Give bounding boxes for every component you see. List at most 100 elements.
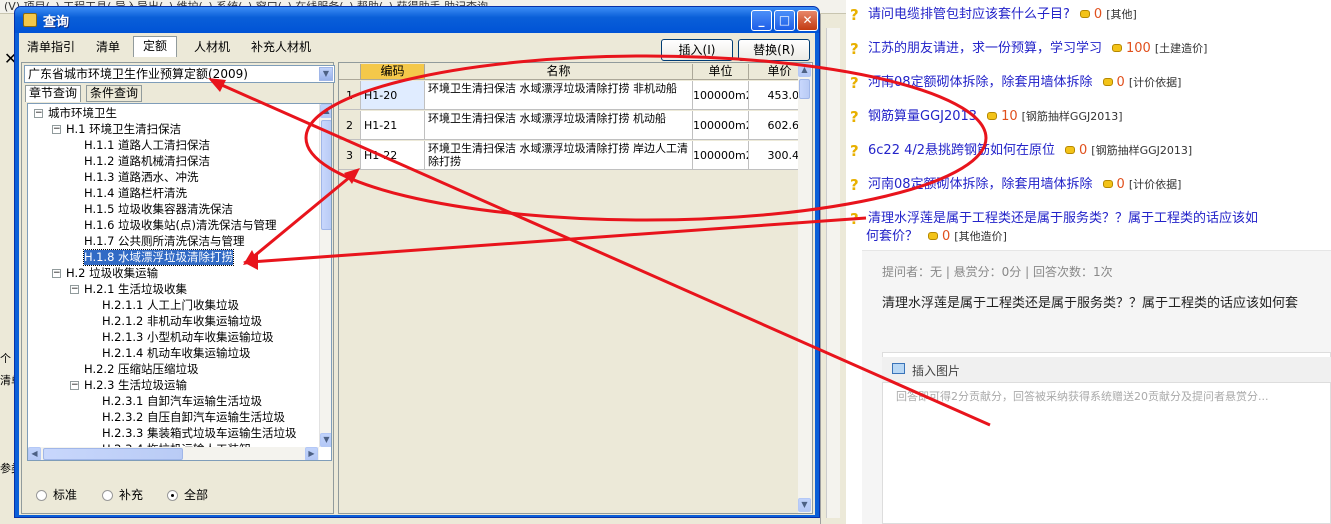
- tree-node[interactable]: H.2.1.4 机动车收集运输垃圾: [102, 346, 251, 361]
- grid-cell-num[interactable]: 3: [339, 141, 361, 170]
- tree-node[interactable]: H.2.1 生活垃圾收集: [84, 282, 187, 297]
- question-link[interactable]: 请问电缆排管包封应该套什么子目?: [868, 7, 1070, 22]
- grid-column-header[interactable]: 名称: [425, 64, 693, 80]
- grid-cell-unit[interactable]: 100000m2: [693, 141, 749, 170]
- tree-vertical-scrollbar[interactable]: ▲ ▼: [319, 104, 331, 447]
- category-tag[interactable]: [钢筋抽样GGJ2013]: [1091, 144, 1192, 157]
- radio-icon[interactable]: [102, 490, 113, 501]
- tree-node[interactable]: H.2.3.1 自卸汽车运输生活垃圾: [102, 394, 262, 409]
- radio-supplement[interactable]: 补充: [102, 488, 143, 502]
- radio-standard-label: 标准: [53, 488, 78, 502]
- category-tag[interactable]: [其他]: [1106, 8, 1137, 21]
- tab-materials[interactable]: 人材机: [187, 37, 237, 57]
- scroll-thumb[interactable]: [799, 79, 810, 99]
- scroll-up-icon[interactable]: ▲: [798, 63, 811, 77]
- grid-cell-num[interactable]: 2: [339, 111, 361, 140]
- tree-node[interactable]: H.1.2 道路机械清扫保洁: [84, 154, 210, 169]
- tree-node[interactable]: H.2.1.2 非机动车收集运输垃圾: [102, 314, 262, 329]
- grid-cell-unit[interactable]: 100000m2: [693, 111, 749, 140]
- grid-cell-name[interactable]: 环境卫生清扫保洁 水域漂浮垃圾清除打捞 机动船: [425, 111, 693, 140]
- tree-expander-icon[interactable]: −: [52, 125, 61, 134]
- tab-quota[interactable]: 定额: [133, 36, 177, 57]
- question-link[interactable]: 清理水浮莲是属于工程类还是属于服务类？？属于工程类的话应该如: [868, 211, 1258, 226]
- grid-column-header[interactable]: 单位: [693, 64, 749, 80]
- tree-horizontal-scrollbar[interactable]: ◀ ▶: [28, 447, 319, 460]
- tree-node[interactable]: H.1.3 道路洒水、冲洗: [84, 170, 199, 185]
- tree-node[interactable]: H.2.3 生活垃圾运输: [84, 378, 187, 393]
- tree-node[interactable]: H.2.1.1 人工上门收集垃圾: [102, 298, 239, 313]
- question-link[interactable]: 河南08定额砌体拆除，除套用墙体拆除: [868, 177, 1093, 192]
- maximize-button[interactable]: □: [774, 10, 795, 31]
- grid-column-header[interactable]: 编码: [361, 64, 425, 80]
- scroll-down-icon[interactable]: ▼: [798, 498, 811, 512]
- question-link[interactable]: 6c22 4/2悬挑跨钢筋如何在原位: [868, 143, 1055, 158]
- category-tag[interactable]: [计价依据]: [1129, 76, 1182, 89]
- tree-node[interactable]: H.1.8 水域漂浮垃圾清除打捞: [82, 249, 235, 266]
- scroll-up-icon[interactable]: ▲: [320, 104, 331, 118]
- tab-supplement-materials[interactable]: 补充人材机: [245, 37, 317, 57]
- grid-cell-num[interactable]: 1: [339, 81, 361, 110]
- question-link[interactable]: 钢筋算量GGJ2013: [868, 109, 977, 124]
- tree-expander-icon[interactable]: −: [52, 269, 61, 278]
- insert-image-button[interactable]: 插入图片: [912, 362, 960, 379]
- radio-standard[interactable]: 标准: [36, 488, 77, 502]
- scroll-left-icon[interactable]: ◀: [28, 447, 41, 460]
- question-item: ? 江苏的朋友请进，求一份预算，学习学习 100 [土建造价]: [850, 41, 1208, 57]
- tree-node[interactable]: H.2.2 压缩站压缩垃圾: [84, 362, 199, 377]
- tree-node[interactable]: H.1.1 道路人工清扫保洁: [84, 138, 210, 153]
- tree-node[interactable]: H.1.6 垃圾收集站(点)清洗保洁与管理: [84, 218, 277, 233]
- tree-node[interactable]: H.1.7 公共厕所清洗保洁与管理: [84, 234, 245, 249]
- question-link[interactable]: 河南08定额砌体拆除，除套用墙体拆除: [868, 75, 1093, 90]
- radio-icon[interactable]: [167, 490, 178, 501]
- category-tag[interactable]: [其他造价]: [954, 230, 1007, 243]
- chevron-down-icon[interactable]: ▼: [319, 67, 333, 81]
- tab-list-guide[interactable]: 清单指引: [21, 37, 81, 57]
- background-scrollbar[interactable]: [826, 28, 840, 518]
- grid-cell-unit[interactable]: 100000m2: [693, 81, 749, 110]
- tree-expander-icon[interactable]: −: [34, 109, 43, 118]
- tree-node[interactable]: H.2 垃圾收集运输: [66, 266, 158, 281]
- minimize-button[interactable]: _: [751, 10, 772, 31]
- tab-condition-query[interactable]: 条件查询: [86, 85, 143, 102]
- tree-node[interactable]: H.2.3.3 集装箱式垃圾车运输生活垃圾: [102, 426, 297, 441]
- tab-chapter-query[interactable]: 章节查询: [25, 85, 82, 102]
- hscroll-thumb[interactable]: [43, 448, 183, 460]
- tree-node[interactable]: H.1.4 道路栏杆清洗: [84, 186, 187, 201]
- dialog-titlebar[interactable]: 查询 _ □ ✕: [15, 7, 819, 33]
- tree-node[interactable]: H.1 环境卫生清扫保洁: [66, 122, 181, 137]
- scroll-thumb[interactable]: [321, 120, 331, 230]
- coin-icon: [987, 112, 998, 120]
- chapter-tree: − 城市环境卫生 − H.1 环境卫生清扫保洁 H.1.1 道路人工清扫保洁 H.1.2 …: [27, 103, 332, 461]
- grid-cell-name[interactable]: 环境卫生清扫保洁 水域漂浮垃圾清除打捞 非机动船: [425, 81, 693, 110]
- grid-column-header[interactable]: [339, 64, 361, 80]
- question-link[interactable]: 江苏的朋友请进，求一份预算，学习学习: [868, 41, 1102, 56]
- grid-cell-code[interactable]: H1-20: [361, 81, 425, 110]
- category-tag[interactable]: [土建造价]: [1155, 42, 1208, 55]
- radio-icon[interactable]: [36, 490, 47, 501]
- quota-library-select[interactable]: 广东省城市环境卫生作业预算定额(2009) ▼: [24, 65, 335, 83]
- grid-vertical-scrollbar[interactable]: ▲ ▼: [798, 63, 812, 513]
- image-icon[interactable]: [892, 363, 905, 374]
- question-link[interactable]: 何套价？: [866, 229, 918, 244]
- insert-button[interactable]: 插入(I): [661, 39, 733, 61]
- scroll-right-icon[interactable]: ▶: [305, 447, 318, 460]
- category-tag[interactable]: [计价依据]: [1129, 178, 1182, 191]
- current-question-item-line2: 何套价？ 0 [其他造价]: [866, 229, 1007, 245]
- tree-expander-icon[interactable]: −: [70, 285, 79, 294]
- question-icon: ?: [850, 74, 859, 92]
- close-button[interactable]: ✕: [797, 10, 818, 31]
- grid-cell-code[interactable]: H1-22: [361, 141, 425, 170]
- tree-node[interactable]: H.2.1.3 小型机动车收集运输垃圾: [102, 330, 274, 345]
- tab-list[interactable]: 清单: [87, 37, 129, 57]
- tree-node[interactable]: H.2.3.2 自压自卸汽车运输生活垃圾: [102, 410, 285, 425]
- tree-expander-icon[interactable]: −: [70, 381, 79, 390]
- tree-node[interactable]: H.1.5 垃圾收集容器清洗保洁: [84, 202, 233, 217]
- grid-cell-name[interactable]: 环境卫生清扫保洁 水域漂浮垃圾清除打捞 岸边人工清除打捞: [425, 141, 693, 170]
- category-tag[interactable]: [钢筋抽样GGJ2013]: [1022, 110, 1123, 123]
- replace-button[interactable]: 替换(R): [738, 39, 810, 61]
- question-item: ? 河南08定额砌体拆除，除套用墙体拆除 0 [计价依据]: [850, 177, 1182, 193]
- scroll-down-icon[interactable]: ▼: [320, 433, 331, 447]
- radio-all[interactable]: 全部: [167, 488, 208, 502]
- tree-node[interactable]: 城市环境卫生: [48, 106, 117, 121]
- grid-cell-code[interactable]: H1-21: [361, 111, 425, 140]
